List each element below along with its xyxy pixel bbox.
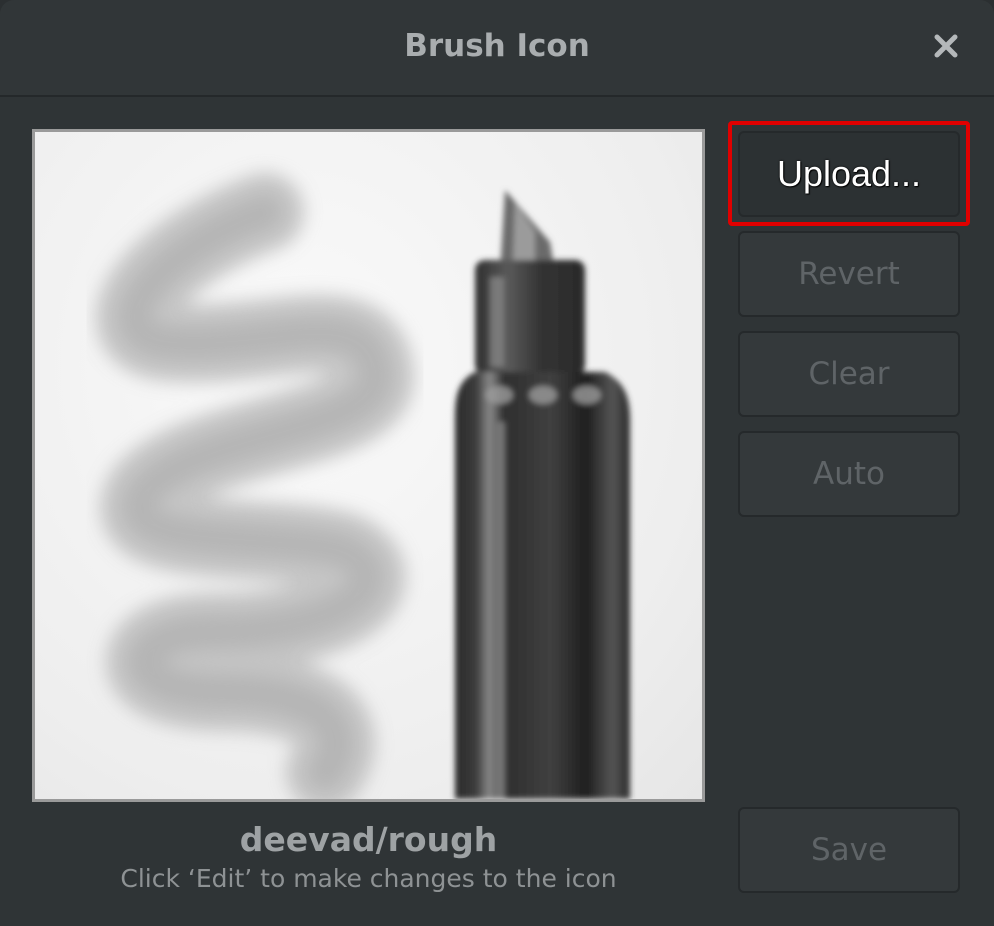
save-button[interactable]: Save bbox=[738, 807, 960, 893]
close-button[interactable] bbox=[926, 26, 966, 66]
brush-icon-dialog: Brush Icon deevad/rough Click ‘Edit’ to … bbox=[0, 0, 994, 926]
dialog-title: Brush Icon bbox=[404, 28, 590, 64]
upload-button[interactable]: Upload... bbox=[738, 131, 960, 217]
brush-preview-image bbox=[96, 173, 630, 799]
brush-name: deevad/rough bbox=[239, 820, 498, 859]
clear-button[interactable]: Clear bbox=[738, 331, 960, 417]
close-icon bbox=[934, 34, 958, 58]
brush-hint: Click ‘Edit’ to make changes to the icon bbox=[120, 864, 617, 893]
brush-preview bbox=[32, 129, 705, 802]
revert-button[interactable]: Revert bbox=[738, 231, 960, 317]
title-bar: Brush Icon bbox=[0, 0, 994, 97]
auto-button[interactable]: Auto bbox=[738, 431, 960, 517]
